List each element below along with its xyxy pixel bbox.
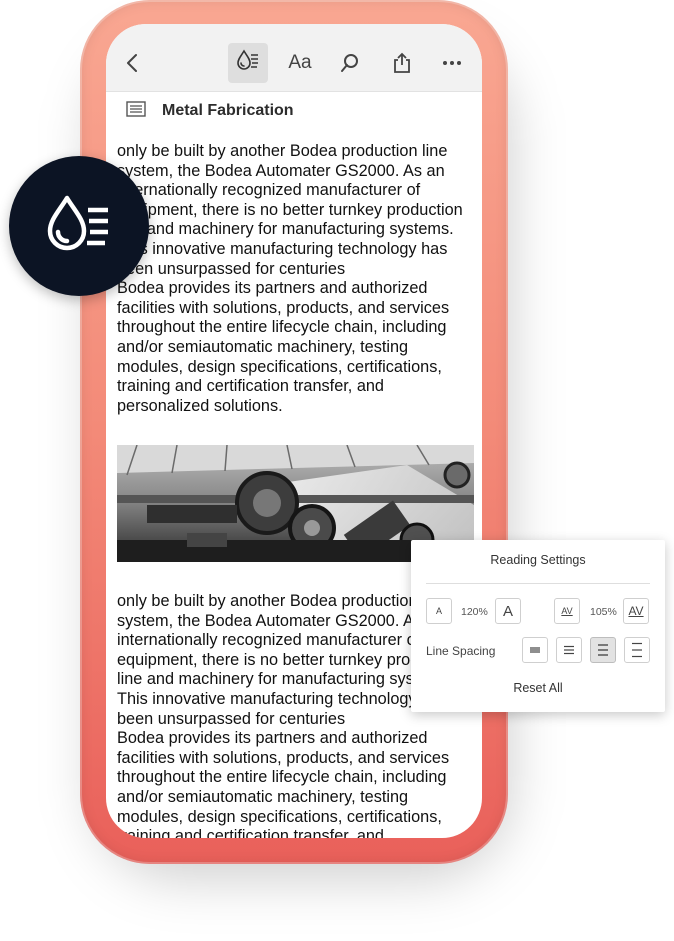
text-line: only be built by another Bodea productio… <box>117 142 448 160</box>
document-heading: Metal Fabrication <box>126 100 294 122</box>
font-size-value: 120% <box>461 606 488 618</box>
phone-screen: Aa Metal Fabrication only be built by an… <box>106 24 482 838</box>
line-spacing-option-3[interactable] <box>590 637 616 663</box>
font-size-decrease-button[interactable]: A <box>426 598 452 624</box>
text-line: throughout the entire lifecycle chain, i… <box>117 768 447 787</box>
reset-all-button[interactable]: Reset All <box>411 681 665 695</box>
text-line: system, the Bodea Automater GS2000. As a… <box>117 161 445 180</box>
char-spacing-increase-button[interactable]: AV <box>623 598 649 624</box>
text-line: equipment, there is no better turnkey pr… <box>117 200 463 219</box>
text-line: internationally recognized manufacturer … <box>117 181 421 200</box>
share-icon[interactable] <box>382 43 422 83</box>
more-icon[interactable] <box>432 43 472 83</box>
font-decrease-glyph: A <box>435 606 442 616</box>
char-spacing-decrease-button[interactable]: AV <box>554 598 580 624</box>
chevron-left-icon[interactable] <box>112 43 152 83</box>
text-line: and/or semiautomatic machinery, testing <box>117 337 409 356</box>
text-size-label: Aa <box>288 52 312 73</box>
document-title: Metal Fabrication <box>162 102 294 119</box>
spacing-glyph: AV <box>561 606 573 616</box>
liquid-mode-icon <box>236 48 260 78</box>
text-size-button[interactable]: Aa <box>280 43 320 83</box>
text-line: facilities with solutions, products, and… <box>117 298 450 317</box>
line-spacing-label: Line Spacing <box>426 644 496 658</box>
font-increase-glyph: A <box>502 602 513 620</box>
text-line: facilities with solutions, products, and… <box>117 748 450 767</box>
text-line: modules, design specifications, certific… <box>117 357 442 376</box>
text-line: training and certification transfer, and <box>117 377 384 396</box>
text-line: training and certification transfer, and <box>117 827 384 838</box>
text-line: This innovative manufacturing technology… <box>117 239 448 258</box>
text-line: Bodea provides its partners and authoriz… <box>117 279 428 298</box>
line-spacing-option-1[interactable] <box>522 637 548 663</box>
spacing-glyph: AV <box>628 604 644 618</box>
text-line: been unsurpassed for centuries <box>117 259 346 278</box>
text-line: throughout the entire lifecycle chain, i… <box>117 318 447 337</box>
font-size-increase-button[interactable]: A <box>495 598 521 624</box>
document-icon <box>126 100 146 122</box>
liquid-mode-badge <box>9 156 149 296</box>
text-line: modules, design specifications, certific… <box>117 807 442 826</box>
panel-title: Reading Settings <box>490 553 586 567</box>
search-icon[interactable] <box>330 43 370 83</box>
reader-toolbar: Aa <box>106 24 482 92</box>
liquid-mode-icon <box>45 194 113 259</box>
text-line: and/or semiautomatic machinery, testing <box>117 787 409 806</box>
reading-settings-panel: Reading Settings A 120% A AV 105% AV Lin… <box>411 540 665 712</box>
text-line: line and machinery for manufacturing sys… <box>117 220 454 239</box>
paragraph-1: only be built by another Bodea productio… <box>117 142 479 416</box>
liquid-mode-button[interactable] <box>228 43 268 83</box>
text-line: been unsurpassed for centuries <box>117 709 346 728</box>
line-spacing-option-2[interactable] <box>556 637 582 663</box>
line-spacing-option-4[interactable] <box>624 637 650 663</box>
text-line: Bodea provides its partners and authoriz… <box>117 729 428 748</box>
text-line: personalized solutions. <box>117 396 283 415</box>
char-spacing-value: 105% <box>590 606 617 618</box>
divider <box>426 583 650 584</box>
